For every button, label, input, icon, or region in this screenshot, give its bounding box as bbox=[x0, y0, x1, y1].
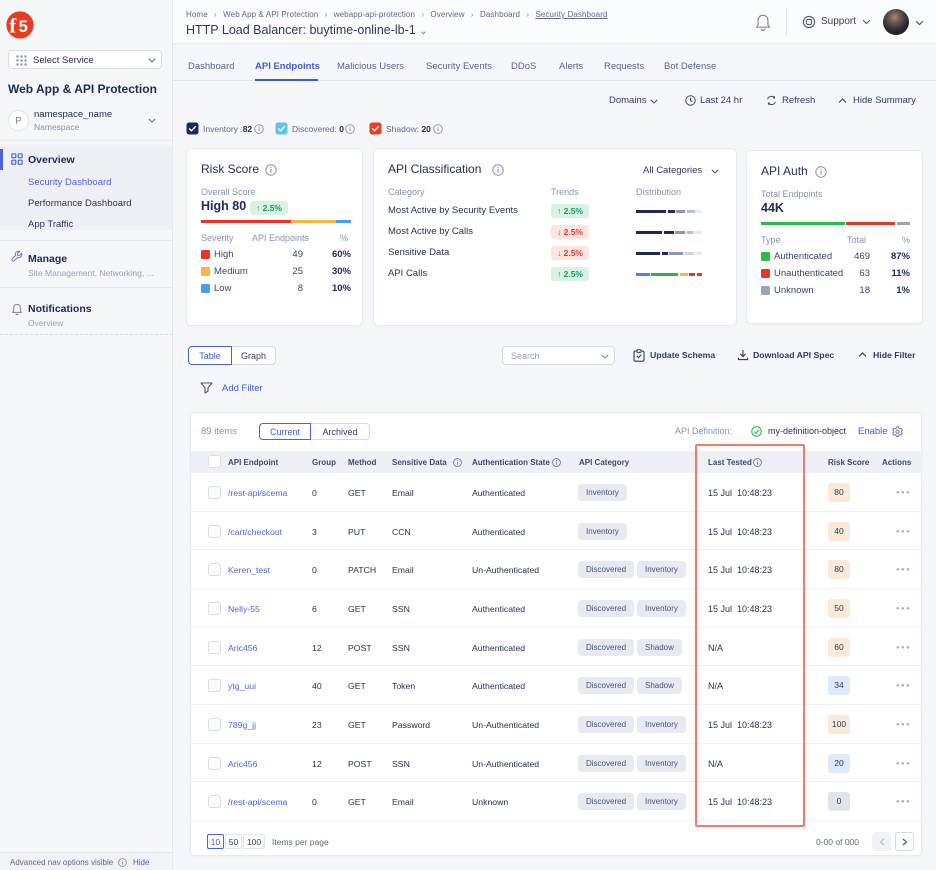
svg-text:5: 5 bbox=[19, 18, 28, 36]
svg-text:f: f bbox=[9, 14, 17, 38]
